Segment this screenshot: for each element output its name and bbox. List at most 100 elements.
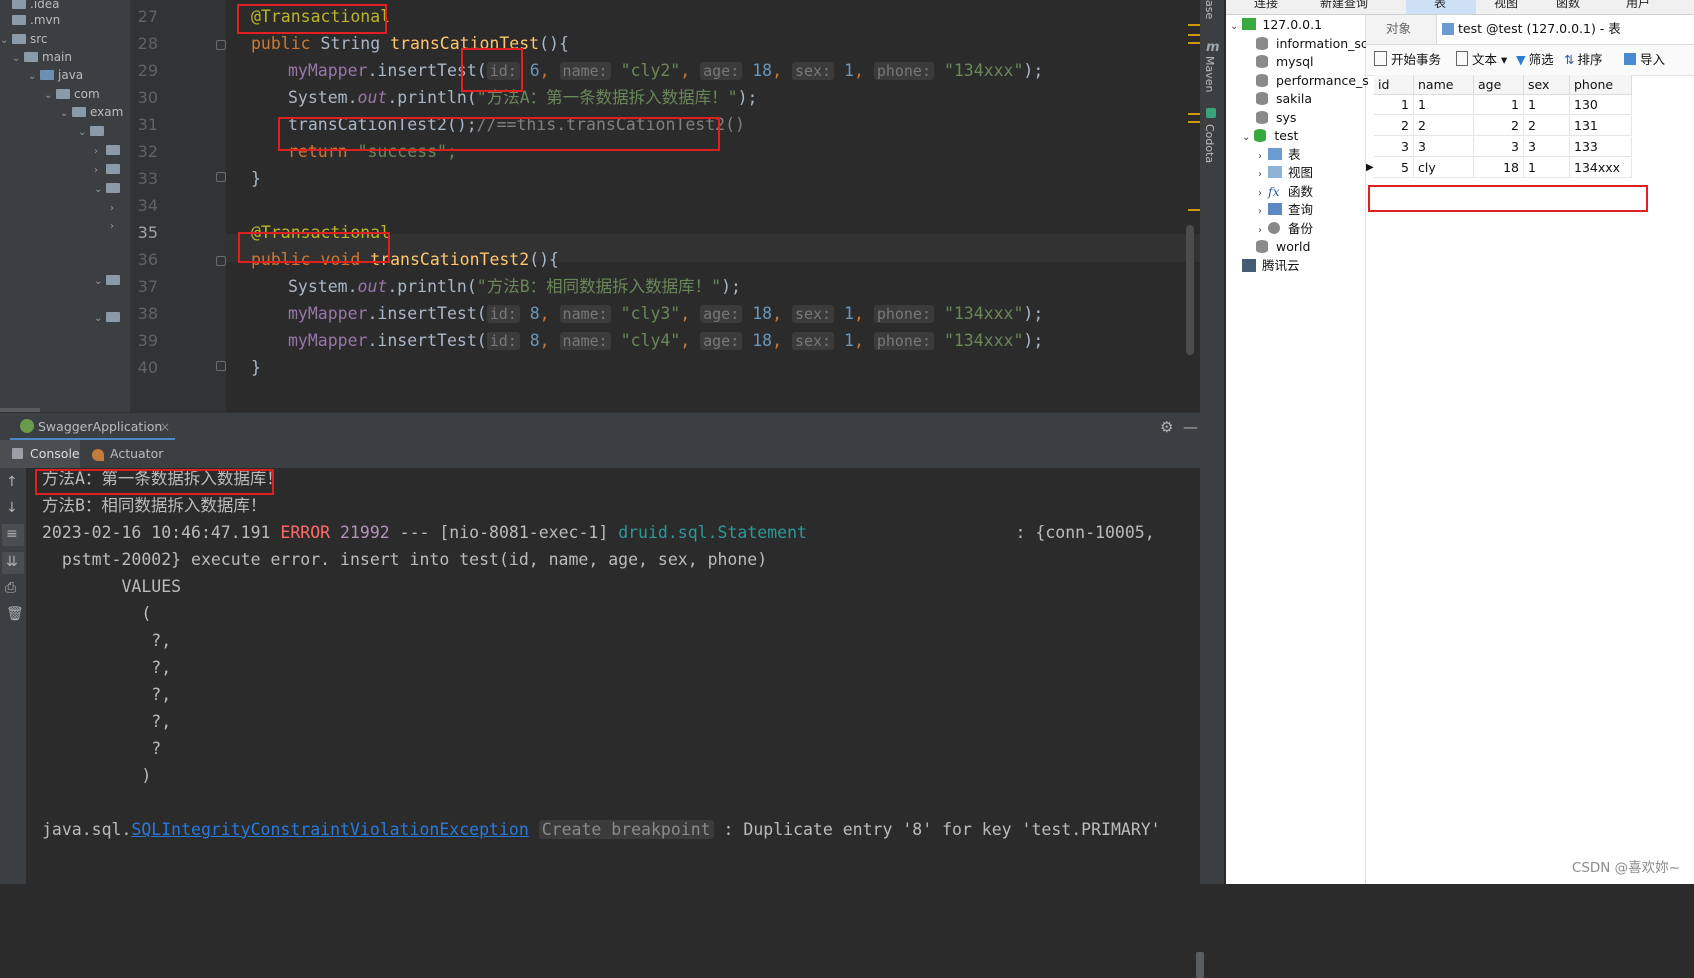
chevron-down-icon[interactable]: ⌄ — [94, 309, 106, 329]
tree-item-database[interactable]: sakila — [1256, 89, 1312, 109]
tree-item-collapsed[interactable]: ⌄ — [78, 121, 108, 141]
tree-item-collapsed[interactable]: › — [94, 140, 124, 160]
tree-item-mvn[interactable]: .mvn — [12, 10, 60, 30]
fold-marker-icon[interactable] — [216, 40, 226, 50]
error-stripe-mark[interactable] — [1188, 34, 1200, 36]
codota-tool-tab[interactable]: Codota — [1203, 124, 1216, 163]
chevron-down-icon[interactable]: ⌄ — [60, 104, 72, 124]
tree-item-functions[interactable]: › fx 函数 — [1258, 182, 1313, 202]
chevron-down-icon[interactable]: ⌄ — [44, 86, 56, 106]
tree-item-src[interactable]: ⌄ src — [0, 29, 48, 49]
chevron-down-icon[interactable]: ⌄ — [94, 272, 106, 292]
tree-item-collapsed[interactable]: › — [110, 215, 122, 235]
error-stripe-mark[interactable] — [1188, 113, 1200, 115]
chevron-down-icon[interactable]: ⌄ — [1242, 132, 1250, 143]
tab-table-test[interactable]: test @test (127.0.0.1) - 表 — [1458, 15, 1621, 43]
tree-item-collapsed[interactable]: › — [110, 197, 122, 217]
error-stripe-mark[interactable] — [1188, 42, 1200, 44]
tree-item-collapsed[interactable]: ⌄ — [94, 178, 124, 198]
table-cell[interactable]: 2 — [1414, 116, 1474, 136]
begin-transaction-button[interactable]: 开始事务 — [1374, 45, 1441, 75]
chevron-right-icon[interactable]: › — [110, 217, 122, 237]
column-header-id[interactable]: id — [1374, 75, 1414, 95]
tree-item-queries[interactable]: › 查询 — [1258, 200, 1313, 220]
table-cell[interactable]: 5 — [1374, 158, 1414, 178]
chevron-down-icon[interactable]: ⌄ — [1230, 21, 1238, 32]
table-cell[interactable]: 3 — [1474, 137, 1524, 157]
chevron-right-icon[interactable]: › — [1258, 188, 1262, 199]
table-cell[interactable]: 130 — [1570, 95, 1632, 115]
table-cell[interactable]: 3 — [1524, 137, 1570, 157]
tree-item-com[interactable]: ⌄ com — [44, 84, 100, 104]
chevron-right-icon[interactable]: › — [1258, 225, 1262, 236]
tree-item-collapsed[interactable]: ⌄ — [94, 270, 124, 290]
column-header-age[interactable]: age — [1474, 75, 1524, 95]
exception-class-link[interactable]: SQLIntegrityConstraintViolationException — [131, 820, 528, 839]
table-cell[interactable]: 134xxx — [1570, 158, 1632, 178]
console-scrollbar[interactable] — [1196, 952, 1204, 978]
print-icon[interactable]: ⎙ — [5, 580, 16, 596]
chevron-down-icon[interactable]: ⌄ — [94, 180, 106, 200]
tree-item-collapsed[interactable]: › — [94, 159, 124, 179]
tree-item-database-test[interactable]: ⌄ test — [1242, 126, 1298, 146]
tree-item-database[interactable]: world — [1256, 237, 1310, 257]
tree-item-database[interactable]: performance_s — [1256, 71, 1369, 91]
column-header-name[interactable]: name — [1414, 75, 1474, 95]
table-cell[interactable]: cly — [1414, 158, 1474, 178]
toolbar-new-query[interactable]: 新建查询 — [1320, 0, 1368, 11]
tree-item-connection[interactable]: ⌄ 127.0.0.1 — [1230, 15, 1322, 35]
table-cell[interactable]: 3 — [1374, 137, 1414, 157]
table-cell[interactable]: 1 — [1524, 95, 1570, 115]
table-cell[interactable]: 2 — [1474, 116, 1524, 136]
chevron-right-icon[interactable]: › — [1258, 169, 1262, 180]
chevron-down-icon[interactable]: ⌄ — [0, 31, 12, 51]
table-cell[interactable]: 1 — [1414, 95, 1474, 115]
toolbar-view[interactable]: 视图 — [1494, 0, 1518, 11]
tree-item-database[interactable]: mysql — [1256, 52, 1314, 72]
create-breakpoint-button[interactable]: Create breakpoint — [538, 820, 714, 839]
table-cell[interactable]: 131 — [1570, 116, 1632, 136]
tab-objects[interactable]: 对象 — [1386, 15, 1411, 43]
editor-scrollbar[interactable] — [1186, 225, 1194, 355]
text-button[interactable]: 文本 ▾ — [1456, 45, 1507, 75]
tree-item-exam[interactable]: ⌄ exam — [60, 102, 123, 122]
filter-button[interactable]: ▼ 筛选 — [1516, 45, 1554, 75]
tree-item-main[interactable]: ⌄ main — [12, 47, 72, 67]
tree-item-database[interactable]: information_sc — [1256, 34, 1368, 54]
sort-button[interactable]: ⇅ 排序 — [1564, 45, 1603, 75]
tree-item-database[interactable]: sys — [1256, 108, 1296, 128]
up-arrow-icon[interactable]: ↑ — [6, 474, 18, 490]
tab-actuator[interactable]: Actuator — [110, 440, 163, 468]
tree-item-tables[interactable]: › 表 — [1258, 145, 1301, 165]
toolbar-connect[interactable]: 连接 — [1254, 0, 1278, 11]
trash-icon[interactable]: 🗑 — [6, 606, 24, 622]
error-stripe-mark[interactable] — [1188, 24, 1200, 26]
close-icon[interactable]: × — [160, 413, 170, 441]
tab-swagger-application[interactable]: SwaggerApplication — [38, 413, 162, 441]
data-grid[interactable]: id name age sex phone 1 1 1 1 130 2 2 2 … — [1366, 75, 1694, 235]
error-stripe-mark[interactable] — [1188, 121, 1200, 123]
tree-item-java[interactable]: ⌄ java — [28, 65, 83, 85]
error-stripe-mark[interactable] — [1188, 209, 1200, 211]
table-cell[interactable]: 1 — [1524, 158, 1570, 178]
fold-marker-icon[interactable] — [216, 361, 226, 371]
table-cell[interactable]: 2 — [1524, 116, 1570, 136]
table-cell[interactable]: 2 — [1374, 116, 1414, 136]
maven-tool-tab[interactable]: Maven — [1203, 56, 1216, 92]
code-editor[interactable]: @Transactional public String transCation… — [226, 0, 1200, 412]
chevron-down-icon[interactable]: ⌄ — [12, 49, 24, 69]
tab-console[interactable]: Console — [30, 440, 80, 468]
column-header-phone[interactable]: phone — [1570, 75, 1632, 95]
console-output[interactable]: 方法A：第一条数据拆入数据库！ 方法B：相同数据拆入数据库！ 2023-02-1… — [26, 468, 1204, 978]
table-cell[interactable]: 133 — [1570, 137, 1632, 157]
table-cell[interactable]: 1 — [1374, 95, 1414, 115]
minimize-icon[interactable]: — — [1183, 413, 1198, 441]
tree-item-backup[interactable]: › 备份 — [1258, 219, 1313, 239]
table-cell[interactable]: 3 — [1414, 137, 1474, 157]
import-button[interactable]: 导入 — [1624, 45, 1665, 75]
toolbar-table[interactable]: 表 — [1434, 0, 1446, 11]
chevron-right-icon[interactable]: › — [1258, 151, 1262, 162]
fold-marker-icon[interactable] — [216, 256, 226, 266]
toolbar-user[interactable]: 用户 — [1626, 0, 1650, 11]
toolbar-function[interactable]: 函数 — [1556, 0, 1580, 11]
